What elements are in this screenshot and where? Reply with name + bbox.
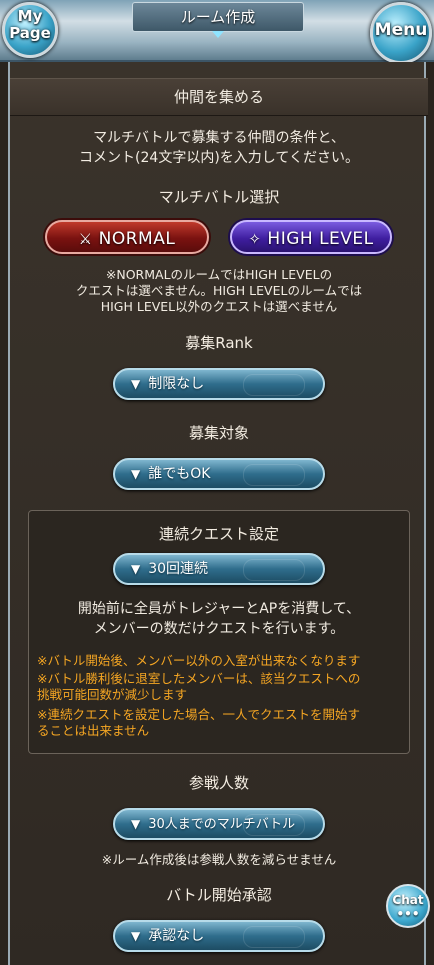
- continuous-warning-3-line-1: ※連続クエストを設定した場合、一人でクエストを開始す: [37, 707, 360, 722]
- target-dropdown[interactable]: ▼ 誰でもOK: [113, 458, 325, 490]
- page-title: ルーム作成: [132, 2, 304, 38]
- continuous-dropdown[interactable]: ▼ 30回連続: [113, 553, 325, 585]
- dropdown-arrow-icon: ▼: [131, 817, 141, 831]
- mypage-label-line2: Page: [9, 24, 51, 42]
- continuous-title: 連続クエスト設定: [29, 523, 409, 544]
- dropdown-ornament: [243, 559, 305, 581]
- approval-title: バトル開始承認: [10, 884, 428, 905]
- chat-button[interactable]: Chat •••: [386, 884, 430, 928]
- dropdown-arrow-icon: ▼: [131, 467, 141, 481]
- rank-dropdown-value: 制限なし: [148, 376, 205, 392]
- continuous-warning-2-line-1: ※バトル勝利後に退室したメンバーは、該当クエストへの: [37, 671, 361, 686]
- approval-dropdown[interactable]: ▼ 承認なし: [113, 920, 325, 952]
- mypage-button[interactable]: My Page: [2, 2, 58, 58]
- target-dropdown-value: 誰でもOK: [148, 466, 211, 482]
- mode-note: ※NORMALのルームではHIGH LEVELの クエストは選べません。HIGH…: [10, 267, 428, 315]
- approval-dropdown-value: 承認なし: [148, 928, 205, 944]
- battle-select-title: マルチバトル選択: [10, 186, 428, 207]
- chat-label: Chat: [392, 893, 424, 907]
- continuous-dropdown-value: 30回連続: [148, 561, 209, 577]
- continuous-quest-panel: 連続クエスト設定 ▼ 30回連続 開始前に全員がトレジャーとAPを消費して、 メン…: [28, 510, 410, 754]
- menu-button[interactable]: Menu: [370, 2, 432, 64]
- page-title-text: ルーム作成: [180, 8, 256, 26]
- section-header: 仲間を集める: [10, 78, 428, 116]
- continuous-warning-2-line-2: 挑戦可能回数が減少します: [37, 687, 188, 702]
- dropdown-ornament: [243, 374, 305, 396]
- main-frame: 仲間を集める マルチバトルで募集する仲間の条件と、 コメント(24文字以内)を入…: [8, 62, 428, 965]
- mode-note-line-3: HIGH LEVEL以外のクエストは選べません: [100, 299, 338, 314]
- continuous-warning-3-line-2: ることは出来ません: [37, 723, 150, 738]
- menu-label: Menu: [374, 20, 428, 40]
- high-level-emblem-icon: ✧: [248, 230, 262, 248]
- intro-line-2: コメント(24文字以内)を入力してください。: [79, 150, 359, 166]
- chat-bubble-icon: •••: [396, 907, 420, 921]
- participants-note: ※ルーム作成後は参戦人数を減らせません: [101, 852, 337, 867]
- dropdown-ornament: [243, 814, 305, 836]
- continuous-warning-2: ※バトル勝利後に退室したメンバーは、該当クエストへの 挑戦可能回数が減少します: [37, 671, 397, 703]
- dropdown-arrow-icon: ▼: [131, 929, 141, 943]
- rank-dropdown[interactable]: ▼ 制限なし: [113, 368, 325, 400]
- mode-note-line-2: クエストは選べません。HIGH LEVELのルームでは: [75, 283, 363, 298]
- participants-title: 参戦人数: [10, 772, 428, 793]
- dropdown-arrow-icon: ▼: [131, 562, 141, 576]
- continuous-warning-1: ※バトル開始後、メンバー以外の入室が出来なくなります: [37, 653, 361, 668]
- high-level-mode-button[interactable]: ✧ HIGH LEVEL: [230, 220, 392, 254]
- normal-mode-label: NORMAL: [98, 229, 176, 249]
- continuous-description: 開始前に全員がトレジャーとAPを消費して、 メンバーの数だけクエストを行います。: [29, 599, 409, 639]
- high-level-mode-label: HIGH LEVEL: [267, 229, 374, 249]
- dropdown-arrow-icon: ▼: [131, 377, 141, 391]
- participants-dropdown[interactable]: ▼ 30人までのマルチバトル: [113, 808, 325, 840]
- continuous-desc-line-2: メンバーの数だけクエストを行います。: [93, 621, 345, 637]
- title-pointer-icon: [212, 31, 224, 38]
- continuous-desc-line-1: 開始前に全員がトレジャーとAPを消費して、: [77, 601, 361, 617]
- top-bar: My Page ルーム作成 Menu: [0, 0, 434, 64]
- mypage-label-line1: My: [17, 7, 43, 25]
- rank-title: 募集Rank: [10, 332, 428, 353]
- dropdown-ornament: [243, 464, 305, 486]
- dropdown-ornament: [243, 926, 305, 948]
- mode-note-line-1: ※NORMALのルームではHIGH LEVELの: [105, 267, 333, 282]
- intro-line-1: マルチバトルで募集する仲間の条件と、: [93, 130, 345, 146]
- normal-mode-button[interactable]: ⚔ NORMAL: [45, 220, 209, 254]
- continuous-warning-3: ※連続クエストを設定した場合、一人でクエストを開始す ることは出来ません: [37, 707, 397, 739]
- target-title: 募集対象: [10, 422, 428, 443]
- crossed-swords-icon: ⚔: [78, 230, 93, 248]
- intro-text: マルチバトルで募集する仲間の条件と、 コメント(24文字以内)を入力してください…: [10, 128, 428, 168]
